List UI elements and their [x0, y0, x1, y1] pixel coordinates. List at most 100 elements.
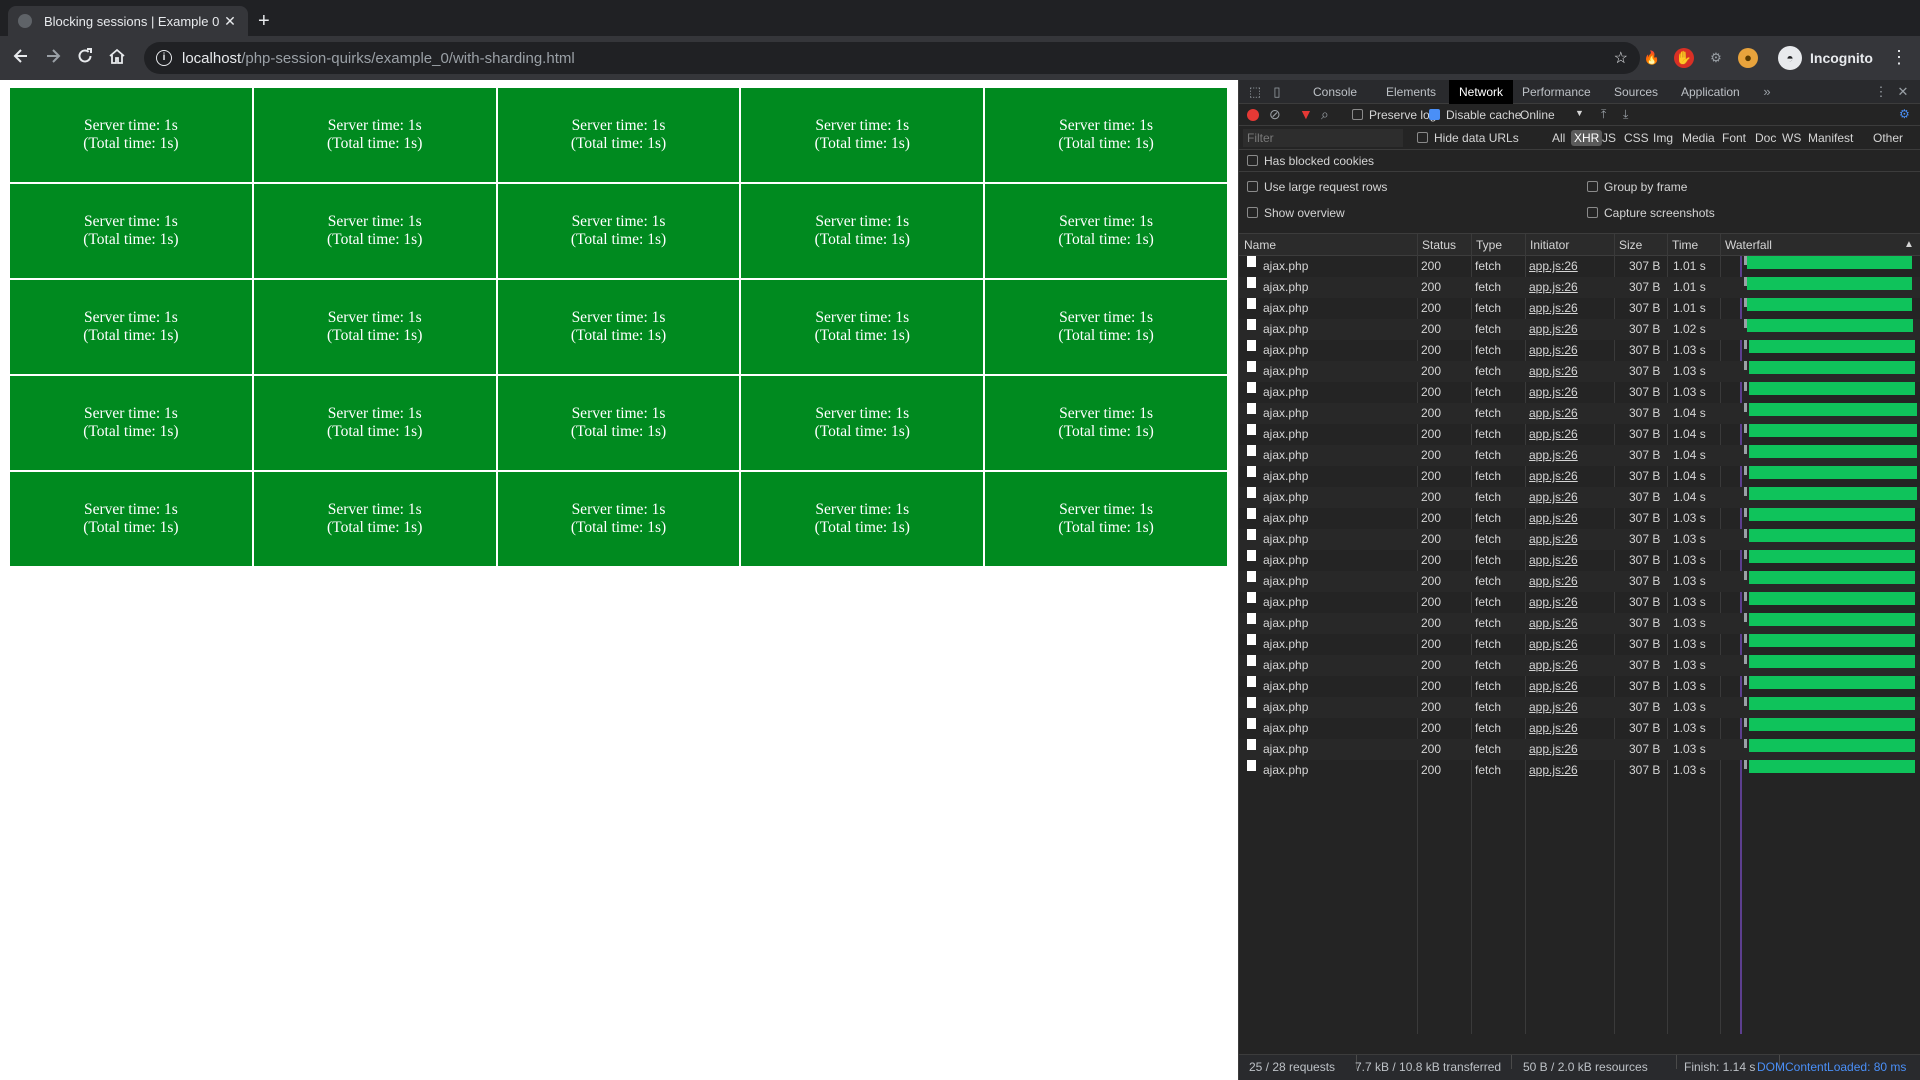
type-filter-font[interactable]: Font: [1719, 130, 1749, 146]
more-tabs-icon[interactable]: »: [1759, 84, 1775, 100]
request-row[interactable]: ajax.php 200 fetch app.js:26 307 B 1.03 s: [1239, 508, 1920, 529]
request-initiator[interactable]: app.js:26: [1529, 487, 1578, 508]
column-name[interactable]: Name: [1239, 234, 1276, 256]
clear-icon[interactable]: ⊘: [1269, 106, 1281, 123]
browser-tab[interactable]: Blocking sessions | Example 0 ✕: [8, 6, 248, 36]
type-filter-manifest[interactable]: Manifest: [1805, 130, 1856, 146]
request-row[interactable]: ajax.php 200 fetch app.js:26 307 B 1.04 s: [1239, 466, 1920, 487]
request-initiator[interactable]: app.js:26: [1529, 340, 1578, 361]
request-initiator[interactable]: app.js:26: [1529, 277, 1578, 298]
record-icon[interactable]: [1247, 109, 1259, 121]
request-row[interactable]: ajax.php 200 fetch app.js:26 307 B 1.03 s: [1239, 760, 1920, 781]
tab-elements[interactable]: Elements: [1376, 80, 1446, 104]
type-filter-xhr[interactable]: XHR: [1571, 130, 1603, 146]
request-row[interactable]: ajax.php 200 fetch app.js:26 307 B 1.03 s: [1239, 676, 1920, 697]
type-filter-ws[interactable]: WS: [1779, 130, 1804, 146]
request-initiator[interactable]: app.js:26: [1529, 445, 1578, 466]
incognito-profile[interactable]: ◓ Incognito: [1778, 42, 1873, 74]
request-row[interactable]: ajax.php 200 fetch app.js:26 307 B 1.03 s: [1239, 361, 1920, 382]
tab-sources[interactable]: Sources: [1604, 80, 1668, 104]
request-row[interactable]: ajax.php 200 fetch app.js:26 307 B 1.04 s: [1239, 445, 1920, 466]
request-initiator[interactable]: app.js:26: [1529, 550, 1578, 571]
disable-cache-checkbox[interactable]: Disable cache: [1429, 108, 1521, 122]
request-initiator[interactable]: app.js:26: [1529, 571, 1578, 592]
request-initiator[interactable]: app.js:26: [1529, 256, 1578, 277]
type-filter-doc[interactable]: Doc: [1752, 130, 1779, 146]
request-row[interactable]: ajax.php 200 fetch app.js:26 307 B 1.03 s: [1239, 655, 1920, 676]
request-row[interactable]: ajax.php 200 fetch app.js:26 307 B 1.03 s: [1239, 340, 1920, 361]
preserve-log-checkbox[interactable]: Preserve log: [1352, 108, 1436, 122]
request-row[interactable]: ajax.php 200 fetch app.js:26 307 B 1.03 s: [1239, 592, 1920, 613]
address-bar[interactable]: i localhost/php-session-quirks/example_0…: [144, 42, 1640, 74]
type-filter-media[interactable]: Media: [1679, 130, 1718, 146]
filter-icon[interactable]: ▼: [1299, 106, 1313, 122]
request-initiator[interactable]: app.js:26: [1529, 718, 1578, 739]
column-time[interactable]: Time: [1667, 234, 1698, 256]
device-toolbar-icon[interactable]: ▯: [1269, 84, 1285, 100]
column-type[interactable]: Type: [1471, 234, 1502, 256]
type-filter-all[interactable]: All: [1549, 130, 1568, 146]
bookmark-star-icon[interactable]: ☆: [1614, 48, 1628, 68]
reload-icon[interactable]: [74, 47, 96, 69]
request-initiator[interactable]: app.js:26: [1529, 592, 1578, 613]
tab-application[interactable]: Application: [1671, 80, 1750, 104]
request-initiator[interactable]: app.js:26: [1529, 676, 1578, 697]
request-row[interactable]: ajax.php 200 fetch app.js:26 307 B 1.04 s: [1239, 487, 1920, 508]
request-row[interactable]: ajax.php 200 fetch app.js:26 307 B 1.01 s: [1239, 298, 1920, 319]
request-row[interactable]: ajax.php 200 fetch app.js:26 307 B 1.01 s: [1239, 277, 1920, 298]
export-har-icon[interactable]: ⤓: [1623, 107, 1628, 122]
request-row[interactable]: ajax.php 200 fetch app.js:26 307 B 1.03 s: [1239, 613, 1920, 634]
request-initiator[interactable]: app.js:26: [1529, 760, 1578, 781]
type-filter-other[interactable]: Other: [1870, 130, 1906, 146]
request-row[interactable]: ajax.php 200 fetch app.js:26 307 B 1.03 s: [1239, 382, 1920, 403]
request-initiator[interactable]: app.js:26: [1529, 613, 1578, 634]
network-settings-icon[interactable]: ⚙: [1899, 107, 1910, 121]
cookie-extension-icon[interactable]: ●: [1738, 48, 1758, 68]
flame-extension-icon[interactable]: 🔥: [1642, 48, 1662, 68]
inspect-element-icon[interactable]: ⬚: [1247, 84, 1263, 100]
request-initiator[interactable]: app.js:26: [1529, 466, 1578, 487]
request-initiator[interactable]: app.js:26: [1529, 298, 1578, 319]
request-initiator[interactable]: app.js:26: [1529, 403, 1578, 424]
request-row[interactable]: ajax.php 200 fetch app.js:26 307 B 1.02 s: [1239, 319, 1920, 340]
request-initiator[interactable]: app.js:26: [1529, 508, 1578, 529]
request-row[interactable]: ajax.php 200 fetch app.js:26 307 B 1.03 s: [1239, 571, 1920, 592]
group-by-frame-checkbox[interactable]: Group by frame: [1587, 180, 1687, 194]
close-tab-icon[interactable]: ✕: [222, 13, 238, 30]
tab-performance[interactable]: Performance: [1512, 80, 1601, 104]
show-overview-checkbox[interactable]: Show overview: [1247, 206, 1345, 220]
browser-menu-icon[interactable]: ⋮: [1890, 47, 1908, 68]
filter-input[interactable]: Filter: [1243, 129, 1403, 147]
request-initiator[interactable]: app.js:26: [1529, 529, 1578, 550]
throttling-select[interactable]: Online ▼: [1520, 108, 1590, 122]
request-row[interactable]: ajax.php 200 fetch app.js:26 307 B 1.03 s: [1239, 739, 1920, 760]
gear-extension-icon[interactable]: ⚙: [1706, 48, 1726, 68]
request-row[interactable]: ajax.php 200 fetch app.js:26 307 B 1.04 s: [1239, 424, 1920, 445]
type-filter-img[interactable]: Img: [1650, 130, 1676, 146]
request-row[interactable]: ajax.php 200 fetch app.js:26 307 B 1.03 s: [1239, 529, 1920, 550]
type-filter-css[interactable]: CSS: [1621, 130, 1652, 146]
request-row[interactable]: ajax.php 200 fetch app.js:26 307 B 1.04 s: [1239, 403, 1920, 424]
request-row[interactable]: ajax.php 200 fetch app.js:26 307 B 1.03 s: [1239, 634, 1920, 655]
request-row[interactable]: ajax.php 200 fetch app.js:26 307 B 1.03 s: [1239, 550, 1920, 571]
search-icon[interactable]: ⌕: [1321, 106, 1329, 123]
large-rows-checkbox[interactable]: Use large request rows: [1247, 180, 1387, 194]
request-initiator[interactable]: app.js:26: [1529, 697, 1578, 718]
column-size[interactable]: Size: [1614, 234, 1642, 256]
request-initiator[interactable]: app.js:26: [1529, 361, 1578, 382]
request-initiator[interactable]: app.js:26: [1529, 424, 1578, 445]
request-initiator[interactable]: app.js:26: [1529, 382, 1578, 403]
request-row[interactable]: ajax.php 200 fetch app.js:26 307 B 1.01 s: [1239, 256, 1920, 277]
hide-data-urls-checkbox[interactable]: Hide data URLs: [1417, 131, 1519, 145]
tab-network[interactable]: Network: [1449, 80, 1514, 104]
capture-screenshots-checkbox[interactable]: Capture screenshots: [1587, 206, 1715, 220]
column-waterfall[interactable]: Waterfall: [1720, 234, 1772, 256]
import-har-icon[interactable]: ⤒: [1601, 107, 1606, 122]
new-tab-button[interactable]: +: [258, 11, 270, 31]
request-initiator[interactable]: app.js:26: [1529, 739, 1578, 760]
request-row[interactable]: ajax.php 200 fetch app.js:26 307 B 1.03 s: [1239, 718, 1920, 739]
site-info-icon[interactable]: i: [156, 50, 172, 66]
has-blocked-cookies-checkbox[interactable]: Has blocked cookies: [1247, 154, 1374, 168]
request-initiator[interactable]: app.js:26: [1529, 655, 1578, 676]
home-icon[interactable]: [106, 47, 128, 69]
